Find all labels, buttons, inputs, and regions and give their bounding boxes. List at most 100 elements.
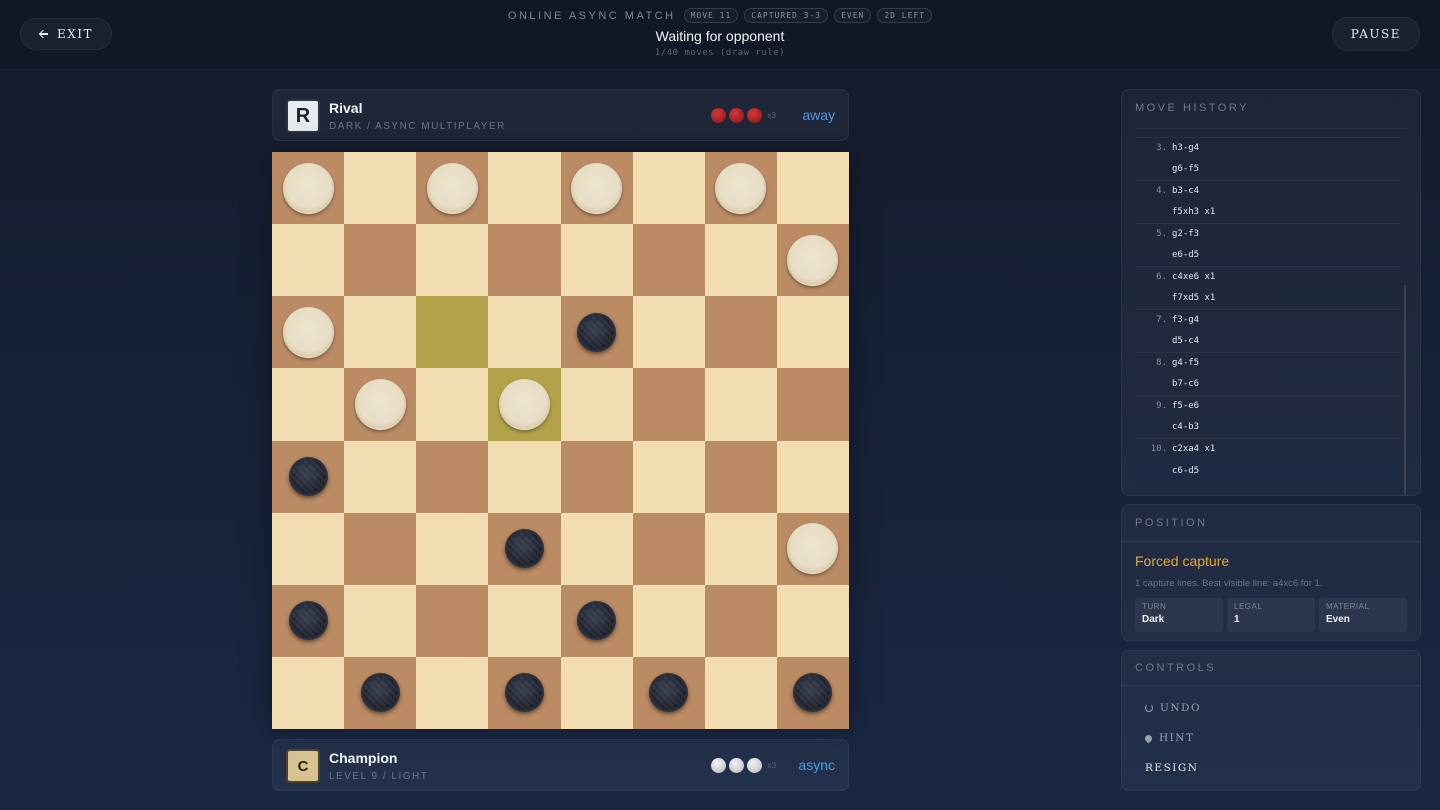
history-row[interactable]: 9. f5-e6 <box>1135 396 1401 418</box>
square-h2[interactable] <box>776 584 849 657</box>
square-f3[interactable] <box>632 512 705 585</box>
square-h7[interactable] <box>776 224 849 297</box>
square-e4[interactable] <box>560 440 633 513</box>
dark-checker-piece[interactable] <box>288 601 328 641</box>
square-a7[interactable] <box>272 224 345 297</box>
light-checker-piece[interactable] <box>715 162 767 214</box>
square-c3[interactable] <box>416 512 489 585</box>
dark-checker-piece[interactable] <box>360 673 400 713</box>
dark-checker-piece[interactable] <box>504 673 544 713</box>
light-checker-piece[interactable] <box>282 306 334 358</box>
history-row[interactable]: 5. g2-f3 <box>1135 224 1401 246</box>
square-d7[interactable] <box>488 224 561 297</box>
dark-checker-piece[interactable] <box>504 529 544 569</box>
square-h5[interactable] <box>776 368 849 441</box>
square-f1[interactable] <box>632 656 705 729</box>
square-g6[interactable] <box>704 296 777 369</box>
square-a8[interactable] <box>272 152 345 225</box>
square-e1[interactable] <box>560 656 633 729</box>
dark-checker-piece[interactable] <box>577 601 617 641</box>
square-d5[interactable] <box>488 368 561 441</box>
square-d3[interactable] <box>488 512 561 585</box>
square-h3[interactable] <box>776 512 849 585</box>
history-row[interactable]: 6. c4xe6 x1 <box>1135 267 1401 289</box>
square-g8[interactable] <box>704 152 777 225</box>
square-h1[interactable] <box>776 656 849 729</box>
square-g3[interactable] <box>704 512 777 585</box>
square-d8[interactable] <box>488 152 561 225</box>
square-f5[interactable] <box>632 368 705 441</box>
square-a1[interactable] <box>272 656 345 729</box>
square-f4[interactable] <box>632 440 705 513</box>
history-row[interactable]: 4. b3-c4 <box>1135 181 1401 203</box>
square-b6[interactable] <box>344 296 417 369</box>
square-c4[interactable] <box>416 440 489 513</box>
square-g5[interactable] <box>704 368 777 441</box>
square-d2[interactable] <box>488 584 561 657</box>
dark-checker-piece[interactable] <box>793 673 833 713</box>
square-a2[interactable] <box>272 584 345 657</box>
square-c7[interactable] <box>416 224 489 297</box>
square-e8[interactable] <box>560 152 633 225</box>
history-row-current[interactable]: c6-d5 <box>1135 460 1401 482</box>
history-row[interactable]: d5-c4 <box>1135 331 1401 353</box>
square-a3[interactable] <box>272 512 345 585</box>
square-e5[interactable] <box>560 368 633 441</box>
history-row[interactable]: 3. h3-g4 <box>1135 138 1401 160</box>
pause-button[interactable]: PAUSE <box>1331 17 1420 51</box>
square-g7[interactable] <box>704 224 777 297</box>
undo-button[interactable]: UNDO <box>1135 695 1409 721</box>
square-g4[interactable] <box>704 440 777 513</box>
square-c6[interactable] <box>416 296 489 369</box>
square-f7[interactable] <box>632 224 705 297</box>
square-c2[interactable] <box>416 584 489 657</box>
square-b4[interactable] <box>344 440 417 513</box>
hint-button[interactable]: HINT <box>1135 725 1409 751</box>
light-checker-piece[interactable] <box>498 378 550 430</box>
dark-checker-piece[interactable] <box>288 457 328 497</box>
square-h4[interactable] <box>776 440 849 513</box>
square-f8[interactable] <box>632 152 705 225</box>
square-a4[interactable] <box>272 440 345 513</box>
square-a5[interactable] <box>272 368 345 441</box>
history-row[interactable]: f5xh3 x1 <box>1135 202 1401 224</box>
light-checker-piece[interactable] <box>571 162 623 214</box>
square-e3[interactable] <box>560 512 633 585</box>
history-row[interactable]: c4-b3 <box>1135 417 1401 439</box>
square-d6[interactable] <box>488 296 561 369</box>
move-history-list[interactable]: b7xb5 x1 3. h3-g4 g6-f5 4. b3-c4 f5xh3 x1 5. g2-… <box>1135 128 1409 488</box>
square-b3[interactable] <box>344 512 417 585</box>
square-g2[interactable] <box>704 584 777 657</box>
square-e6[interactable] <box>560 296 633 369</box>
square-f2[interactable] <box>632 584 705 657</box>
light-checker-piece[interactable] <box>282 162 334 214</box>
square-b8[interactable] <box>344 152 417 225</box>
light-checker-piece[interactable] <box>426 162 478 214</box>
square-d4[interactable] <box>488 440 561 513</box>
history-row[interactable]: 8. g4-f5 <box>1135 353 1401 375</box>
square-a6[interactable] <box>272 296 345 369</box>
history-row[interactable]: 10. c2xa4 x1 <box>1135 439 1401 461</box>
square-b2[interactable] <box>344 584 417 657</box>
square-e2[interactable] <box>560 584 633 657</box>
square-b7[interactable] <box>344 224 417 297</box>
square-g1[interactable] <box>704 656 777 729</box>
square-c8[interactable] <box>416 152 489 225</box>
dark-checker-piece[interactable] <box>649 673 689 713</box>
square-f6[interactable] <box>632 296 705 369</box>
square-h8[interactable] <box>776 152 849 225</box>
square-d1[interactable] <box>488 656 561 729</box>
resign-button[interactable]: RESIGN <box>1135 755 1409 781</box>
light-checker-piece[interactable] <box>787 523 839 575</box>
scrollbar[interactable] <box>1404 285 1406 495</box>
history-row[interactable]: 7. f3-g4 <box>1135 310 1401 332</box>
square-b5[interactable] <box>344 368 417 441</box>
history-row[interactable]: g6-f5 <box>1135 159 1401 181</box>
square-h6[interactable] <box>776 296 849 369</box>
dark-checker-piece[interactable] <box>577 312 617 352</box>
history-row[interactable]: b7-c6 <box>1135 374 1401 396</box>
square-e7[interactable] <box>560 224 633 297</box>
history-row[interactable]: f7xd5 x1 <box>1135 288 1401 310</box>
square-c5[interactable] <box>416 368 489 441</box>
history-row[interactable]: e6-d5 <box>1135 245 1401 267</box>
